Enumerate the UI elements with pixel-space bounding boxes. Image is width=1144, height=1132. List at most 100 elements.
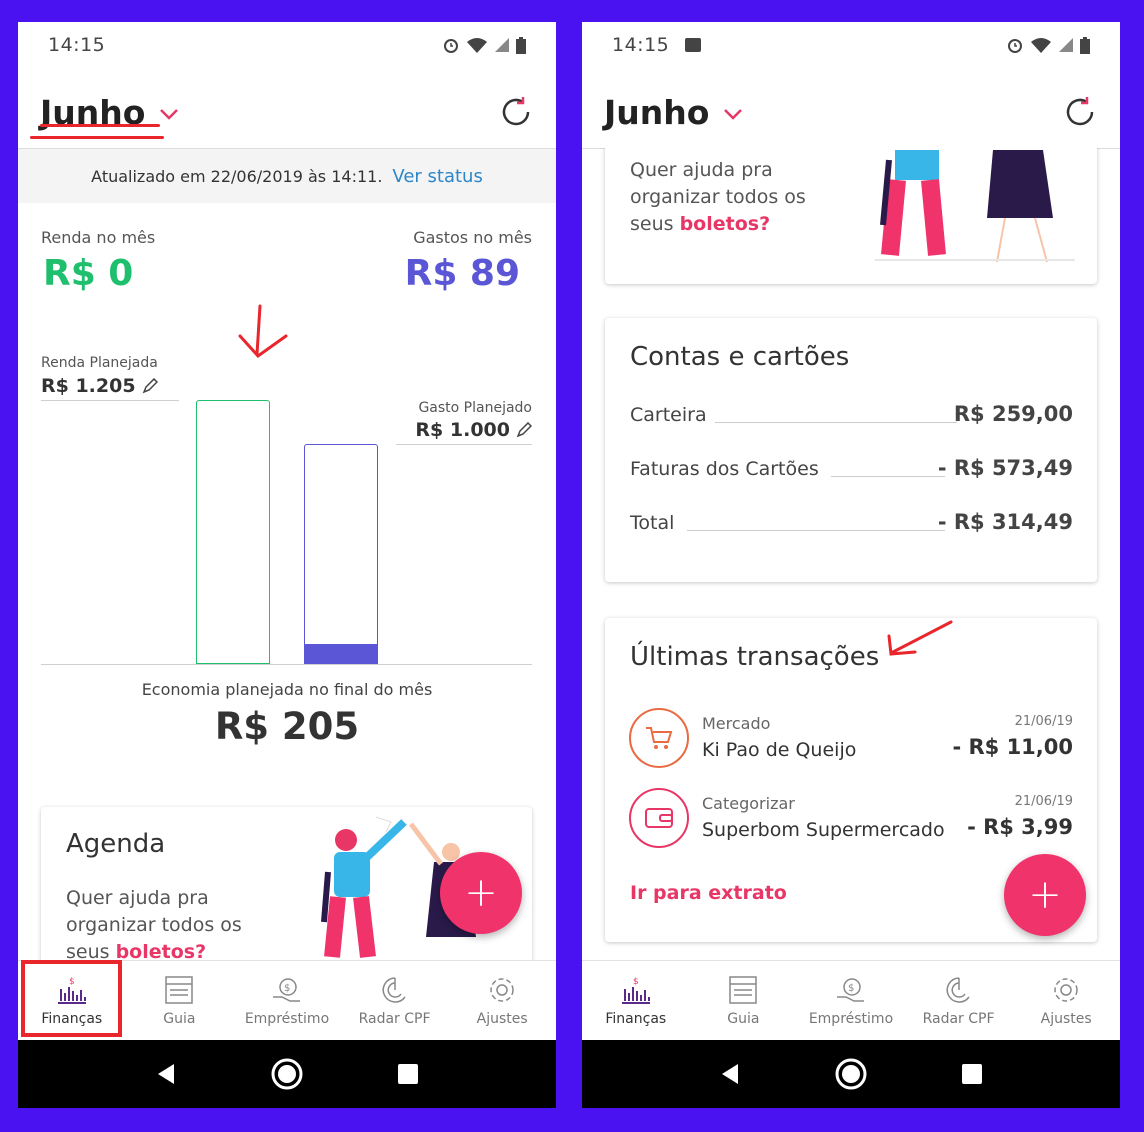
actual-expense-fill	[305, 643, 377, 663]
planned-income-bar	[196, 400, 270, 664]
go-to-statement-link[interactable]: Ir para extrato	[630, 882, 787, 904]
nav-radar-cpf[interactable]: Radar CPF	[905, 961, 1013, 1040]
chart-baseline	[41, 664, 532, 665]
status-icons	[1006, 36, 1090, 54]
back-icon[interactable]	[154, 1062, 178, 1086]
edit-pencil-icon[interactable]	[516, 422, 532, 438]
nav-emprestimo[interactable]: $ Empréstimo	[233, 961, 341, 1040]
updated-text: Atualizado em 22/06/2019 às 14:11.	[91, 166, 383, 186]
recents-icon[interactable]	[960, 1062, 984, 1086]
annotation-arrow	[887, 620, 953, 656]
status-time: 14:15	[612, 34, 670, 56]
account-row-label: Faturas dos Cartões	[630, 458, 819, 480]
system-nav-bar	[18, 1040, 556, 1108]
loan-icon: $	[836, 977, 864, 1002]
annotation-underline	[40, 124, 160, 127]
accounts-card[interactable]: Contas e cartões Carteira R$ 259,00 Fatu…	[605, 318, 1097, 582]
chevron-down-icon[interactable]	[159, 108, 179, 120]
back-icon[interactable]	[718, 1062, 742, 1086]
transaction-date: 21/06/19	[1014, 714, 1073, 729]
nav-emprestimo[interactable]: $ Empréstimo	[797, 961, 905, 1040]
edit-pencil-icon[interactable]	[142, 378, 158, 394]
planned-expense-label: Gasto Planejado	[418, 400, 532, 416]
bottom-nav: $ Finanças Guia $ Empréstimo Radar CPF A…	[582, 960, 1120, 1040]
agenda-text: Quer ajuda pra organizar todos os seus b…	[66, 885, 242, 966]
planned-expense-value[interactable]: R$ 1.000	[415, 419, 532, 441]
planned-income-amount: R$ 1.205	[41, 375, 136, 397]
add-fab-button[interactable]: +	[440, 852, 522, 934]
nav-label: Radar CPF	[922, 1010, 995, 1027]
divider	[396, 444, 532, 445]
economy-label: Economia planejada no final do mês	[141, 680, 433, 699]
nav-label: Empréstimo	[808, 1010, 894, 1027]
nav-ajustes[interactable]: Ajustes	[448, 961, 556, 1040]
svg-text:$: $	[633, 977, 639, 987]
row-leader-line	[715, 422, 957, 423]
accounts-title: Contas e cartões	[630, 342, 850, 372]
status-bar: 14:15	[18, 22, 556, 68]
agenda-text-line: Quer ajuda pra	[66, 887, 209, 909]
promo-text-line: organizar todos os	[630, 186, 806, 208]
nav-label: Guia	[163, 1010, 196, 1027]
guide-icon	[165, 975, 194, 1004]
settings-icon	[1054, 977, 1078, 1002]
home-icon[interactable]	[834, 1057, 868, 1091]
planned-income-value[interactable]: R$ 1.205	[41, 375, 158, 397]
battery-icon	[516, 36, 526, 54]
guide-icon	[729, 975, 758, 1004]
nav-guia[interactable]: Guia	[690, 961, 798, 1040]
alarm-icon	[444, 39, 458, 53]
home-icon[interactable]	[270, 1057, 304, 1091]
refresh-icon[interactable]	[1062, 94, 1098, 130]
transactions-title: Últimas transações	[630, 642, 880, 672]
account-row-value: - R$ 573,49	[937, 456, 1073, 480]
agenda-title: Agenda	[66, 829, 166, 859]
promo-text: Quer ajuda pra organizar todos os seus b…	[630, 157, 806, 238]
see-status-link[interactable]: Ver status	[392, 166, 482, 187]
add-fab-button[interactable]: +	[1004, 854, 1086, 936]
settings-icon	[490, 977, 514, 1002]
annotation-arrow	[238, 304, 288, 358]
row-leader-line	[687, 530, 945, 531]
annotation-highlight-box	[21, 960, 122, 1037]
planned-income-label: Renda Planejada	[41, 355, 158, 371]
account-row-value: R$ 259,00	[953, 402, 1073, 426]
month-selector[interactable]: Junho	[604, 93, 709, 132]
nav-radar-cpf[interactable]: Radar CPF	[341, 961, 449, 1040]
battery-icon	[1080, 36, 1090, 54]
wifi-icon	[467, 38, 487, 53]
refresh-icon[interactable]	[498, 94, 534, 130]
account-row-value: - R$ 314,49	[937, 510, 1073, 534]
boletos-link[interactable]: boletos?	[680, 213, 771, 235]
chevron-down-icon[interactable]	[723, 108, 743, 120]
shopping-cart-icon	[629, 708, 689, 768]
transaction-category[interactable]: Categorizar	[702, 794, 795, 813]
system-nav-bar	[582, 1040, 1120, 1108]
account-row-label: Carteira	[630, 404, 707, 426]
high-five-illustration	[875, 150, 1075, 263]
radar-icon	[946, 976, 970, 1003]
recents-icon[interactable]	[396, 1062, 420, 1086]
wallet-icon	[629, 788, 689, 848]
nav-label: Guia	[727, 1010, 760, 1027]
status-time: 14:15	[48, 34, 106, 56]
finance-chart-icon: $	[621, 977, 650, 1004]
transaction-name: Ki Pao de Queijo	[702, 739, 857, 761]
nav-guia[interactable]: Guia	[126, 961, 234, 1040]
promo-text-line: seus	[630, 213, 680, 235]
transaction-category: Mercado	[702, 714, 771, 733]
transaction-name: Superbom Supermercado	[702, 819, 945, 841]
planned-expense-amount: R$ 1.000	[415, 419, 510, 441]
svg-text:$: $	[284, 983, 290, 994]
annotation-underline	[30, 136, 164, 139]
agenda-text-line: organizar todos os	[66, 914, 242, 936]
divider	[41, 400, 179, 401]
header: Junho	[40, 80, 534, 144]
nav-ajustes[interactable]: Ajustes	[1012, 961, 1120, 1040]
promo-text-line: Quer ajuda pra	[630, 159, 773, 181]
expense-label: Gastos no mês	[413, 228, 532, 247]
transaction-amount: - R$ 11,00	[952, 735, 1073, 759]
nav-financas[interactable]: $ Finanças	[582, 961, 690, 1040]
income-label: Renda no mês	[41, 228, 156, 247]
transaction-amount: - R$ 3,99	[967, 815, 1073, 839]
